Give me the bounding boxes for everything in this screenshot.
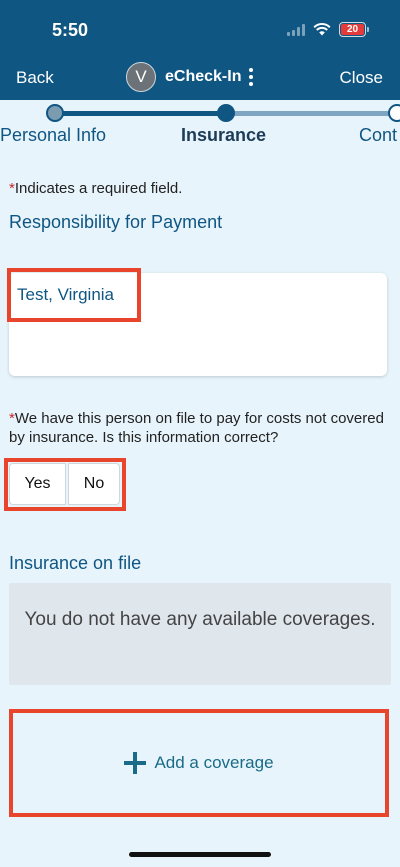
battery-icon: 20 (339, 22, 369, 37)
step-label-personal-info[interactable]: Personal Info (0, 125, 106, 146)
progress-stepper: Personal Info Insurance Cont (0, 100, 400, 150)
close-button[interactable]: Close (340, 68, 383, 88)
step-dot-insurance (217, 104, 235, 122)
add-coverage-label: Add a coverage (154, 753, 274, 772)
step-label-next[interactable]: Cont (359, 125, 397, 146)
required-note-text: Indicates a required field. (14, 180, 183, 197)
yes-button[interactable]: Yes (9, 463, 66, 505)
home-indicator[interactable] (129, 852, 271, 857)
step-dot-personal-info (46, 104, 64, 122)
insurance-section-label: Insurance on file (9, 553, 142, 573)
status-icons: 20 (287, 22, 369, 37)
app-header: 5:50 20 Back V eCheck-In Close (0, 0, 400, 100)
more-options-icon[interactable] (249, 68, 254, 86)
status-time: 5:50 (52, 20, 89, 40)
question-text: We have this person on file to pay for c… (9, 410, 384, 446)
payer-confirm-question: *We have this person on file to pay for … (9, 409, 394, 447)
avatar[interactable]: V (126, 62, 156, 92)
required-field-note: *Indicates a required field. (9, 180, 182, 197)
nav-title-group: V eCheck-In (126, 62, 254, 92)
payer-card: Test, Virginia (9, 273, 387, 376)
battery-level: 20 (341, 24, 364, 35)
stepper-line-remaining (226, 111, 396, 116)
wifi-icon (313, 23, 331, 36)
payment-section-label: Responsibility for Payment (9, 212, 223, 232)
step-label-insurance: Insurance (181, 125, 267, 145)
no-coverages-message: You do not have any available coverages. (9, 583, 391, 685)
page-title: eCheck-In (165, 68, 242, 85)
back-button[interactable]: Back (16, 68, 54, 88)
cellular-signal-icon (287, 23, 305, 36)
no-button[interactable]: No (68, 463, 120, 505)
plus-icon (124, 752, 147, 774)
stepper-line-completed (55, 111, 226, 116)
add-coverage-button[interactable]: Add a coverage (9, 709, 389, 817)
payer-name: Test, Virginia (17, 285, 115, 304)
step-dot-next (388, 104, 400, 122)
